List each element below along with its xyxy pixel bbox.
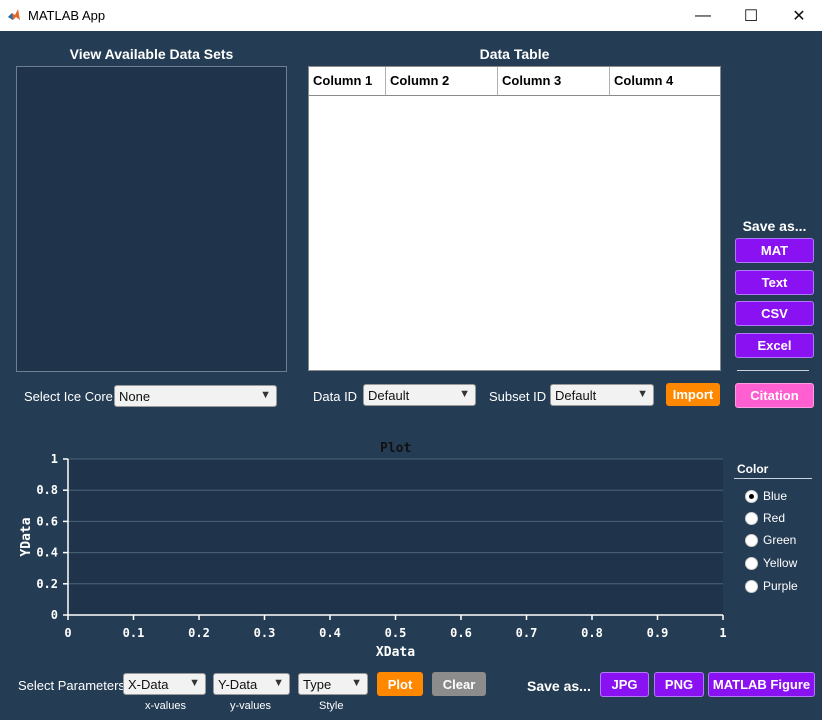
color-option-green[interactable]: Green [745, 533, 796, 547]
x-tick-label: 0.9 [647, 626, 669, 640]
x-axis-label: XData [376, 645, 415, 660]
type-select[interactable]: Type ▼ [298, 673, 368, 695]
y-tick-label: 0.4 [36, 546, 58, 560]
radio-label: Blue [763, 489, 788, 503]
color-option-red[interactable]: Red [745, 511, 785, 525]
radio-button-icon[interactable] [745, 556, 758, 570]
radio-button-icon[interactable] [745, 489, 758, 503]
y-axis-label: YData [19, 517, 34, 556]
color-option-blue[interactable]: Blue [745, 489, 787, 503]
radio-label: Green [763, 533, 797, 547]
color-heading: Color [737, 462, 769, 476]
type-value: Type [303, 677, 332, 692]
radio-label: Red [763, 511, 786, 525]
x-tick-label: 0.4 [319, 626, 341, 640]
style-caption: Style [319, 700, 344, 712]
radio-label: Purple [763, 579, 798, 593]
x-tick-label: 1 [719, 626, 726, 640]
y-data-select[interactable]: Y-Data ▼ [213, 673, 290, 695]
color-option-purple[interactable]: Purple [745, 579, 798, 593]
x-tick-label: 0 [64, 626, 71, 640]
x-data-select[interactable]: X-Data ▼ [123, 673, 206, 695]
save-matlab-figure-button[interactable]: MATLAB Figure [708, 672, 815, 697]
y-tick-label: 0.8 [36, 483, 58, 497]
save-jpg-button[interactable]: JPG [600, 672, 649, 697]
plot-axes: 0 0.2 0.4 0.6 0.8 1 0 0.1 0.2 0.3 0.4 0.5 0.6 0.7 0.8 0… [19, 452, 727, 660]
x-tick-label: 0.3 [254, 626, 276, 640]
y-tick-label: 0.6 [36, 514, 58, 528]
dropdown-arrow-icon: ▼ [351, 677, 362, 689]
y-data-value: Y-Data [218, 677, 258, 692]
x-data-value: X-Data [128, 677, 169, 692]
y-tick-label: 0.2 [36, 577, 58, 591]
x-tick-label: 0.5 [385, 626, 407, 640]
save-png-button[interactable]: PNG [654, 672, 704, 697]
y-tick-label: 1 [51, 452, 58, 466]
radio-button-icon[interactable] [745, 533, 758, 547]
x-tick-label: 0.7 [516, 626, 538, 640]
radio-button-icon[interactable] [745, 511, 758, 525]
dropdown-arrow-icon: ▼ [273, 677, 284, 689]
figure-save-label: Save as... [527, 678, 591, 694]
x-values-caption: x-values [145, 700, 186, 712]
dropdown-arrow-icon: ▼ [189, 677, 200, 689]
y-tick-label: 0 [51, 608, 58, 622]
divider [734, 478, 812, 479]
radio-button-icon[interactable] [745, 579, 758, 593]
color-option-yellow[interactable]: Yellow [745, 556, 797, 570]
x-tick-label: 0.6 [450, 626, 472, 640]
y-values-caption: y-values [230, 700, 271, 712]
x-tick-label: 0.8 [581, 626, 603, 640]
plot-button[interactable]: Plot [377, 672, 423, 696]
clear-button[interactable]: Clear [432, 672, 486, 696]
x-tick-label: 0.2 [188, 626, 210, 640]
x-tick-label: 0.1 [123, 626, 145, 640]
parameters-label: Select Parameters [18, 678, 125, 693]
radio-label: Yellow [763, 556, 798, 570]
